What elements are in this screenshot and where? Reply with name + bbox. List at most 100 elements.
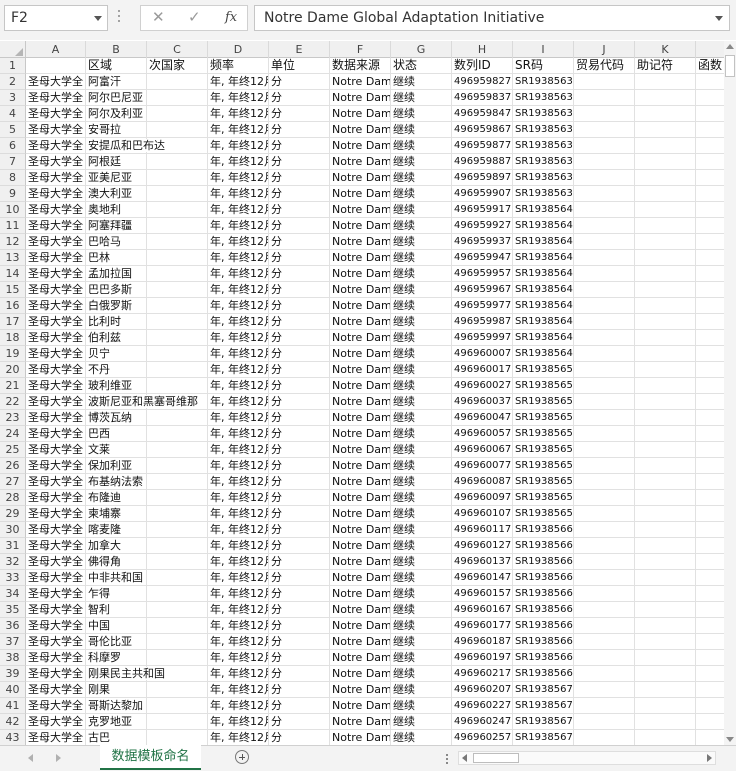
cell-trade-code[interactable] (574, 266, 635, 282)
cell-trade-code[interactable] (574, 378, 635, 394)
header-cell-k[interactable]: 助记符 (635, 58, 696, 74)
cell-status[interactable]: 继续 (391, 474, 452, 490)
cell-data-source[interactable]: Notre Dame (330, 138, 391, 154)
cell-sr-code[interactable]: SR193856397 (513, 186, 574, 202)
cell-mnemonic[interactable] (635, 442, 696, 458)
cell-sr-code[interactable]: SR193856367 (513, 138, 574, 154)
cell-data-source[interactable]: Notre Dame (330, 74, 391, 90)
cell-region-source[interactable]: 圣母大学全 (26, 122, 86, 138)
header-cell-g[interactable]: 状态 (391, 58, 452, 74)
cell-frequency[interactable]: 年, 年终12月 (208, 394, 269, 410)
cell-series-id[interactable]: 496960077 (452, 458, 513, 474)
cell-series-id[interactable]: 496960127 (452, 538, 513, 554)
cell-unit[interactable]: 分 (269, 730, 330, 745)
cell-data-source[interactable]: Notre Dame (330, 362, 391, 378)
cell-trade-code[interactable] (574, 314, 635, 330)
cell-frequency[interactable]: 年, 年终12月 (208, 266, 269, 282)
column-header-j[interactable]: J (574, 41, 635, 58)
cell-sr-code[interactable]: SR193856577 (513, 474, 574, 490)
cell-frequency[interactable]: 年, 年终12月 (208, 186, 269, 202)
cell-unit[interactable]: 分 (269, 634, 330, 650)
cell-data-source[interactable]: Notre Dame (330, 250, 391, 266)
cell-function[interactable] (696, 106, 724, 122)
cell-sr-code[interactable]: SR193856337 (513, 106, 574, 122)
cell-series-id[interactable]: 496959927 (452, 218, 513, 234)
name-box[interactable]: F2 (4, 5, 108, 31)
cell-sr-code[interactable]: SR193856317 (513, 74, 574, 90)
header-cell-l[interactable]: 函数 (696, 58, 724, 74)
cell-trade-code[interactable] (574, 474, 635, 490)
cell-data-source[interactable]: Notre Dame (330, 330, 391, 346)
cell-data-source[interactable]: Notre Dame (330, 106, 391, 122)
cell-subnational[interactable] (147, 74, 208, 90)
row-header[interactable]: 30 (0, 522, 26, 538)
cell-function[interactable] (696, 538, 724, 554)
cell-region[interactable]: 孟加拉国 (86, 266, 147, 282)
scroll-right-icon[interactable] (56, 754, 61, 762)
cell-series-id[interactable]: 496960017 (452, 362, 513, 378)
cell-mnemonic[interactable] (635, 522, 696, 538)
cell-mnemonic[interactable] (635, 714, 696, 730)
cell-sr-code[interactable]: SR193856727 (513, 714, 574, 730)
cell-series-id[interactable]: 496960027 (452, 378, 513, 394)
row-header[interactable]: 16 (0, 298, 26, 314)
cell-mnemonic[interactable] (635, 730, 696, 745)
cell-series-id[interactable]: 496960257 (452, 730, 513, 745)
cell-trade-code[interactable] (574, 410, 635, 426)
cell-frequency[interactable]: 年, 年终12月 (208, 570, 269, 586)
cell-sr-code[interactable]: SR193856557 (513, 442, 574, 458)
cell-sr-code[interactable]: SR193856647 (513, 586, 574, 602)
cell-series-id[interactable]: 496960147 (452, 570, 513, 586)
cell-unit[interactable]: 分 (269, 138, 330, 154)
cell-data-source[interactable]: Notre Dame (330, 314, 391, 330)
cell-function[interactable] (696, 490, 724, 506)
cell-status[interactable]: 继续 (391, 74, 452, 90)
cell-subnational[interactable] (147, 330, 208, 346)
header-cell-i[interactable]: SR码 (513, 58, 574, 74)
cell-data-source[interactable]: Notre Dame (330, 186, 391, 202)
cell-data-source[interactable]: Notre Dame (330, 666, 391, 682)
cell-region[interactable]: 柬埔寨 (86, 506, 147, 522)
cell-series-id[interactable]: 496960107 (452, 506, 513, 522)
column-header-f[interactable]: F (330, 41, 391, 58)
cell-subnational[interactable] (147, 570, 208, 586)
cell-series-id[interactable]: 496959827 (452, 74, 513, 90)
row-header[interactable]: 32 (0, 554, 26, 570)
row-header[interactable]: 35 (0, 602, 26, 618)
cell-trade-code[interactable] (574, 538, 635, 554)
cell-frequency[interactable]: 年, 年终12月 (208, 442, 269, 458)
cell-trade-code[interactable] (574, 330, 635, 346)
cell-region-source[interactable]: 圣母大学全 (26, 186, 86, 202)
cell-region[interactable]: 佛得角 (86, 554, 147, 570)
cell-trade-code[interactable] (574, 442, 635, 458)
cell-sr-code[interactable]: SR193856437 (513, 250, 574, 266)
cell-function[interactable] (696, 138, 724, 154)
cell-sr-code[interactable]: SR193856667 (513, 618, 574, 634)
cell-region-source[interactable]: 圣母大学全 (26, 586, 86, 602)
cell-frequency[interactable]: 年, 年终12月 (208, 282, 269, 298)
cell-subnational[interactable] (147, 426, 208, 442)
cell-subnational[interactable] (147, 506, 208, 522)
cell-data-source[interactable]: Notre Dame (330, 698, 391, 714)
cell-status[interactable]: 继续 (391, 154, 452, 170)
cell-subnational[interactable] (147, 282, 208, 298)
cell-region[interactable]: 比利时 (86, 314, 147, 330)
cell-series-id[interactable]: 496960087 (452, 474, 513, 490)
column-header-a[interactable]: A (26, 41, 86, 58)
cell-data-source[interactable]: Notre Dame (330, 218, 391, 234)
cell-function[interactable] (696, 74, 724, 90)
cell-status[interactable]: 继续 (391, 586, 452, 602)
cell-trade-code[interactable] (574, 362, 635, 378)
cell-region-source[interactable]: 圣母大学全 (26, 698, 86, 714)
cell-region-source[interactable]: 圣母大学全 (26, 666, 86, 682)
cell-data-source[interactable]: Notre Dame (330, 426, 391, 442)
cell-data-source[interactable]: Notre Dame (330, 282, 391, 298)
cell-region-source[interactable]: 圣母大学全 (26, 682, 86, 698)
enter-icon[interactable]: ✓ (188, 8, 201, 26)
cell-data-source[interactable]: Notre Dame (330, 346, 391, 362)
header-cell-b[interactable]: 区域 (86, 58, 147, 74)
cell-frequency[interactable]: 年, 年终12月 (208, 330, 269, 346)
cell-trade-code[interactable] (574, 650, 635, 666)
cell-frequency[interactable]: 年, 年终12月 (208, 714, 269, 730)
cell-mnemonic[interactable] (635, 74, 696, 90)
